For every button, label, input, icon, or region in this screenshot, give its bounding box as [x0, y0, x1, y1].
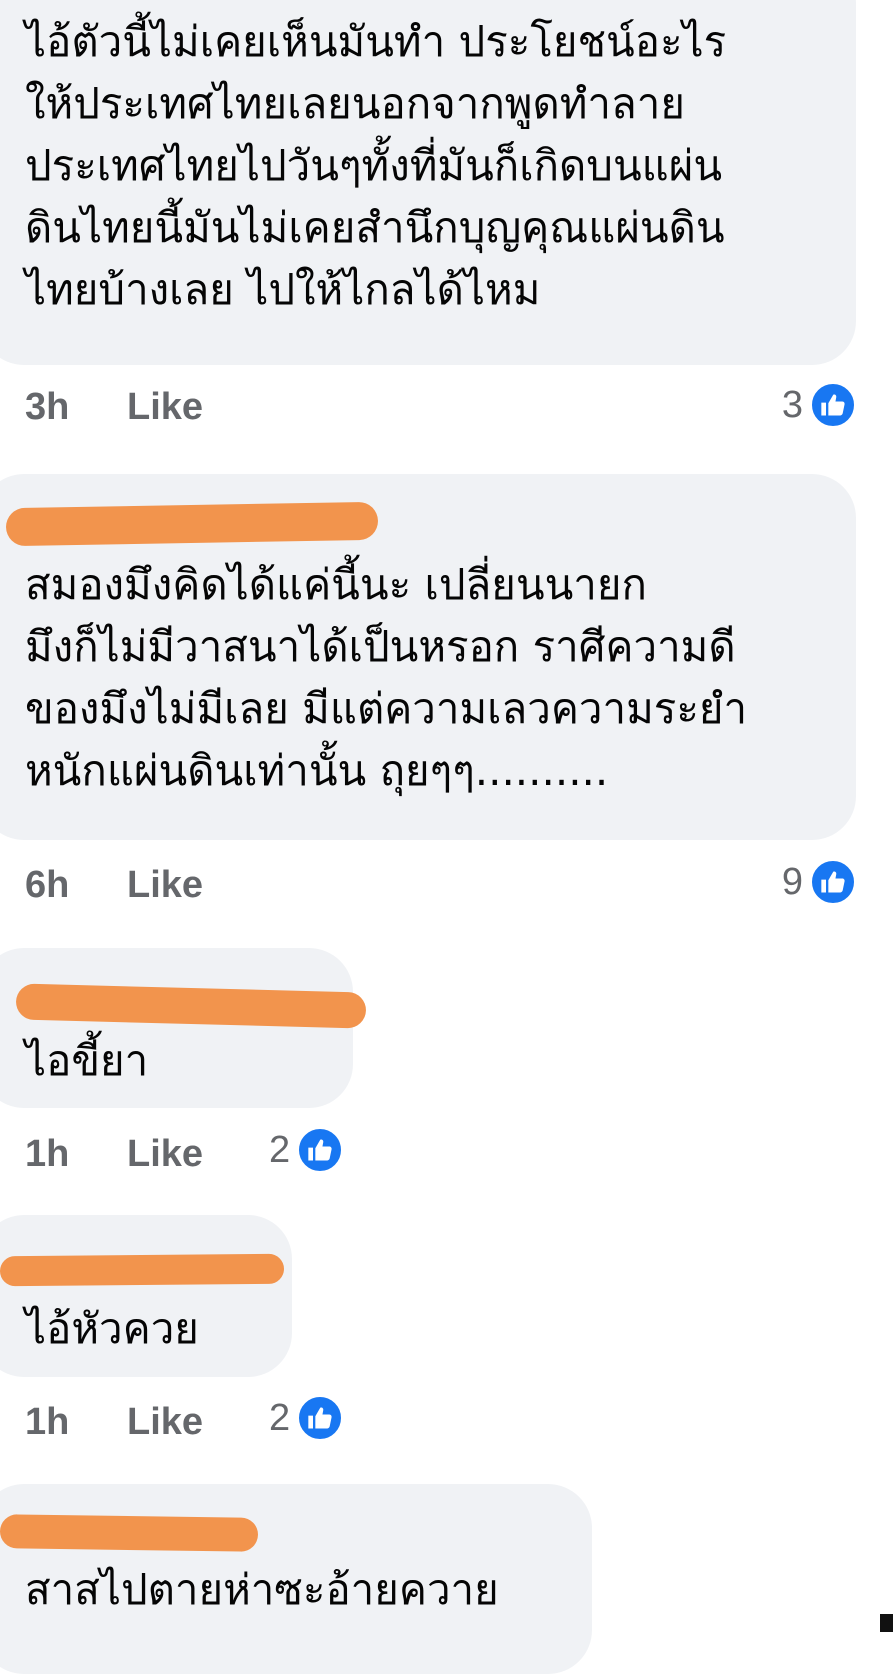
reaction-summary[interactable]: 3 [782, 380, 857, 430]
reaction-summary[interactable]: 2 [269, 1125, 345, 1175]
comment-text: สาสไปตายห่าซะอ้ายควาย [25, 1565, 499, 1614]
redacted-author-name [5, 501, 379, 547]
comment-text: ไอ้หัวควย [25, 1304, 199, 1353]
comment-timestamp: 1h [25, 1401, 70, 1443]
redacted-author-name [0, 1514, 259, 1552]
scroll-indicator [880, 1614, 893, 1632]
like-button[interactable]: Like [127, 1401, 203, 1444]
comment-timestamp: 6h [25, 864, 70, 906]
like-icon [296, 1394, 345, 1442]
comment-text: ไอขี้ยา [25, 1036, 149, 1085]
comment-timestamp: 3h [25, 386, 70, 428]
like-button[interactable]: Like [127, 1133, 203, 1176]
comment-text: สมองมึงคิดได้แค่นี้นะ เปลี่ยนนายก มึงก็ไ… [25, 560, 748, 795]
reaction-count: 9 [781, 860, 803, 903]
reaction-count: 2 [269, 1128, 291, 1171]
reaction-summary[interactable]: 9 [782, 857, 857, 907]
like-icon [809, 381, 857, 429]
redacted-author-name [0, 1253, 285, 1287]
like-icon [296, 1126, 345, 1174]
comment-timestamp: 1h [25, 1133, 70, 1175]
like-icon [809, 858, 857, 906]
reaction-summary[interactable]: 2 [269, 1393, 345, 1443]
reaction-count: 3 [781, 383, 803, 426]
like-button[interactable]: Like [127, 864, 203, 907]
reaction-count: 2 [269, 1396, 291, 1439]
like-button[interactable]: Like [127, 386, 203, 429]
comment-text: ไอ้ตัวนี้ไม่เคยเห็นมันทำ ประโยชน์อะไร ให… [25, 17, 727, 314]
